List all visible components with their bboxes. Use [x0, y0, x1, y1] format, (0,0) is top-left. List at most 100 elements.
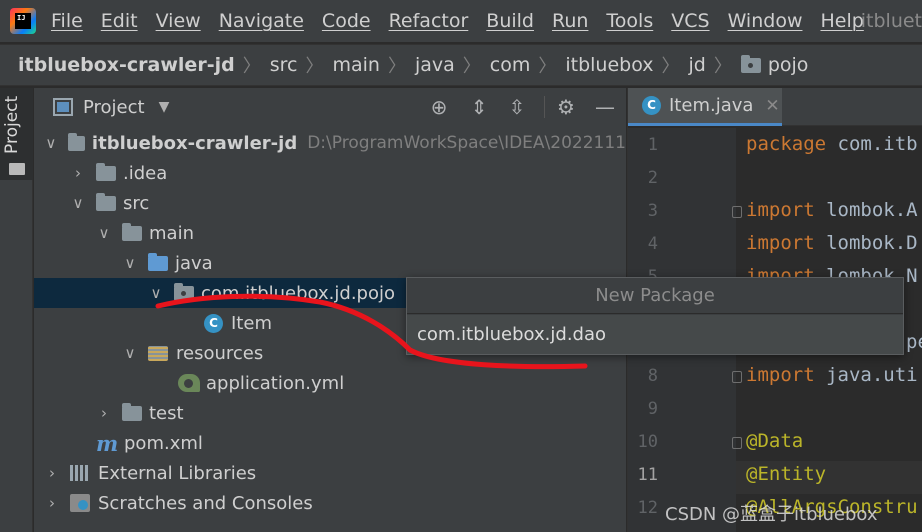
breadcrumb-com[interactable]: com [490, 54, 531, 76]
menu-code[interactable]: Code [313, 0, 380, 42]
breadcrumb-pojo[interactable]: pojo [740, 54, 809, 76]
breadcrumb-src[interactable]: src [270, 54, 298, 76]
project-path-hint: D:\ProgramWorkSpace\IDEA\2022111 [307, 133, 626, 153]
breadcrumb-jd[interactable]: jd [689, 54, 706, 76]
folder-icon [122, 222, 142, 241]
tree-item-label: .idea [123, 162, 168, 184]
chevron-down-icon[interactable]: ∨ [70, 194, 86, 212]
line-number: 12 [637, 498, 658, 518]
chevron-right-icon[interactable]: › [96, 404, 112, 422]
folder-icon [96, 192, 116, 211]
tree-item-application-yml[interactable]: application.yml [34, 368, 626, 398]
tree-item-pom-xml[interactable]: m pom.xml [34, 428, 626, 458]
line-number: 11 [637, 465, 658, 485]
close-icon[interactable]: ✕ [765, 96, 779, 116]
breadcrumb-main[interactable]: main [332, 54, 379, 76]
code-line-10: @Data [746, 430, 804, 452]
breadcrumb-pojo-label: pojo [767, 54, 809, 76]
menu-window[interactable]: Window [719, 0, 812, 42]
line-number: 10 [637, 432, 658, 452]
menu-build[interactable]: Build [477, 0, 543, 42]
line-number: 3 [647, 201, 658, 221]
chevron-right-icon: 〉 [387, 56, 406, 77]
tree-item-label: External Libraries [98, 462, 257, 484]
package-folder-icon [174, 282, 194, 301]
menu-vcs[interactable]: VCS [662, 0, 718, 42]
intellij-logo-icon: IJ [10, 8, 36, 34]
line-number: 8 [647, 366, 658, 386]
editor-tab-item-java[interactable]: C Item.java ✕ [628, 88, 782, 126]
line-number: 2 [647, 168, 658, 188]
tree-item-project-root[interactable]: ∨ itbluebox-crawler-jd D:\ProgramWorkSpa… [34, 128, 626, 158]
code-line-8: import java.uti [746, 364, 918, 386]
breadcrumb-java[interactable]: java [415, 54, 455, 76]
code-line-7: pe [906, 331, 922, 353]
tab-label: Item.java [669, 95, 754, 116]
chevron-right-icon[interactable]: › [70, 164, 86, 182]
chevron-down-icon[interactable]: ∨ [96, 224, 112, 242]
project-stripe-label[interactable]: Project [2, 96, 22, 154]
menu-refactor[interactable]: Refactor [380, 0, 478, 42]
chevron-right-icon: 〉 [462, 56, 481, 77]
editor-tab-bar: C Item.java ✕ [628, 88, 922, 126]
breadcrumb-project[interactable]: itbluebox-crawler-jd [18, 54, 235, 76]
code-line-3: import lombok.A [746, 199, 918, 221]
line-number: 9 [647, 399, 658, 419]
tree-item-test[interactable]: › test [34, 398, 626, 428]
chevron-down-icon[interactable]: ▼ [159, 99, 170, 115]
project-view-icon [53, 98, 73, 116]
code-line-4: import lombok.D [746, 232, 918, 254]
fold-marker-icon[interactable] [732, 371, 742, 383]
fold-marker-icon[interactable] [732, 206, 742, 218]
locate-file-icon[interactable]: ⊕ [428, 96, 450, 118]
line-number: 1 [647, 135, 658, 155]
library-icon [70, 465, 90, 481]
tree-item-idea[interactable]: › .idea [34, 158, 626, 188]
chevron-right-icon: 〉 [713, 56, 732, 77]
tree-item-label: pom.xml [124, 432, 203, 454]
tree-item-label: itbluebox-crawler-jd [91, 132, 298, 154]
tree-item-label: resources [176, 342, 264, 364]
maven-icon: m [96, 430, 119, 456]
chevron-down-icon[interactable]: ∨ [122, 254, 138, 272]
menu-edit[interactable]: Edit [92, 0, 147, 42]
package-folder-icon [740, 54, 761, 73]
minimize-icon[interactable]: — [594, 96, 616, 118]
tree-item-external-libraries[interactable]: › External Libraries [34, 458, 626, 488]
scratches-icon [70, 494, 90, 512]
tree-item-scratches[interactable]: › Scratches and Consoles [34, 488, 626, 518]
window-title: itbluet [860, 10, 922, 32]
menu-view[interactable]: View [147, 0, 210, 42]
menu-tools[interactable]: Tools [597, 0, 662, 42]
fold-marker-icon[interactable] [732, 437, 742, 449]
folder-icon [9, 163, 25, 175]
dialog-title: New Package [407, 278, 903, 314]
menu-run[interactable]: Run [543, 0, 597, 42]
gear-icon[interactable]: ⚙ [555, 96, 577, 118]
expand-all-icon[interactable]: ⇕ [468, 96, 490, 118]
tree-item-src[interactable]: ∨ src [34, 188, 626, 218]
tree-item-label: application.yml [206, 372, 345, 394]
breadcrumb: itbluebox-crawler-jd 〉 src 〉 main 〉 java… [0, 44, 922, 86]
chevron-right-icon: 〉 [538, 56, 557, 77]
tree-item-label: main [149, 222, 194, 244]
code-line-1: package com.itb [746, 133, 918, 155]
tree-item-java[interactable]: ∨ java [34, 248, 626, 278]
chevron-right-icon[interactable]: › [44, 494, 60, 512]
java-class-icon: C [642, 96, 661, 115]
line-number: 4 [647, 234, 658, 254]
chevron-right-icon[interactable]: › [44, 464, 60, 482]
module-folder-icon [67, 132, 85, 151]
panel-title[interactable]: Project [83, 97, 145, 118]
menu-navigate[interactable]: Navigate [210, 0, 313, 42]
package-name-input[interactable] [407, 315, 903, 354]
chevron-down-icon[interactable]: ∨ [122, 344, 138, 362]
new-package-dialog: New Package [406, 277, 904, 355]
collapse-all-icon[interactable]: ⇳ [506, 96, 528, 118]
breadcrumb-itbluebox[interactable]: itbluebox [565, 54, 653, 76]
java-class-icon: C [204, 313, 223, 333]
chevron-down-icon[interactable]: ∨ [148, 284, 164, 302]
chevron-down-icon[interactable]: ∨ [44, 134, 58, 152]
tree-item-main[interactable]: ∨ main [34, 218, 626, 248]
menu-file[interactable]: File [42, 0, 92, 42]
